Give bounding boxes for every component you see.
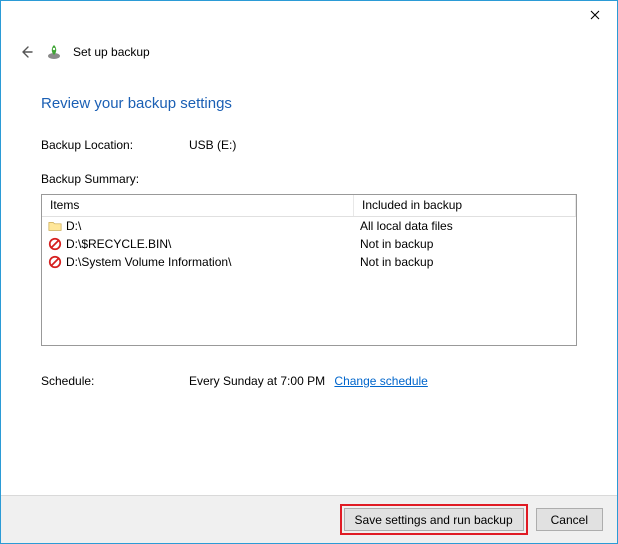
item-name: D:\$RECYCLE.BIN\: [64, 237, 354, 251]
item-included: Not in backup: [354, 255, 572, 269]
primary-button-highlight: Save settings and run backup: [340, 504, 528, 535]
save-and-run-button[interactable]: Save settings and run backup: [344, 508, 524, 531]
table-row[interactable]: D:\ All local data files: [42, 217, 576, 235]
wizard-header: Set up backup: [1, 31, 617, 61]
item-included: All local data files: [354, 219, 572, 233]
schedule-value: Every Sunday at 7:00 PM: [189, 374, 325, 388]
item-name: D:\System Volume Information\: [64, 255, 354, 269]
item-name: D:\: [64, 219, 354, 233]
content-area: Review your backup settings Backup Locat…: [1, 61, 617, 388]
schedule-label: Schedule:: [41, 374, 189, 388]
close-icon: [590, 10, 600, 20]
item-included: Not in backup: [354, 237, 572, 251]
table-row[interactable]: D:\$RECYCLE.BIN\ Not in backup: [42, 235, 576, 253]
schedule-row: Schedule: Every Sunday at 7:00 PM Change…: [41, 374, 577, 388]
col-header-included[interactable]: Included in backup: [354, 195, 576, 216]
back-button[interactable]: [17, 43, 35, 61]
exclude-icon: [46, 255, 64, 269]
back-arrow-icon: [18, 44, 34, 60]
close-button[interactable]: [572, 1, 617, 29]
page-title: Review your backup settings: [41, 95, 577, 112]
backup-location-value: USB (E:): [189, 138, 236, 152]
table-body: D:\ All local data files D:\$RECYCLE.BIN…: [42, 217, 576, 271]
folder-icon: [46, 219, 64, 233]
summary-table: Items Included in backup D:\ All local d…: [41, 194, 577, 346]
backup-summary-label: Backup Summary:: [41, 172, 577, 186]
footer: Save settings and run backup Cancel: [1, 495, 617, 543]
exclude-icon: [46, 237, 64, 251]
change-schedule-link[interactable]: Change schedule: [334, 374, 427, 388]
cancel-button[interactable]: Cancel: [536, 508, 603, 531]
backup-location-row: Backup Location: USB (E:): [41, 138, 577, 152]
col-header-items[interactable]: Items: [42, 195, 354, 216]
table-header: Items Included in backup: [42, 195, 576, 217]
backup-location-label: Backup Location:: [41, 138, 189, 152]
backup-icon: [45, 43, 63, 61]
titlebar: [1, 1, 617, 31]
table-row[interactable]: D:\System Volume Information\ Not in bac…: [42, 253, 576, 271]
wizard-title: Set up backup: [73, 45, 150, 59]
